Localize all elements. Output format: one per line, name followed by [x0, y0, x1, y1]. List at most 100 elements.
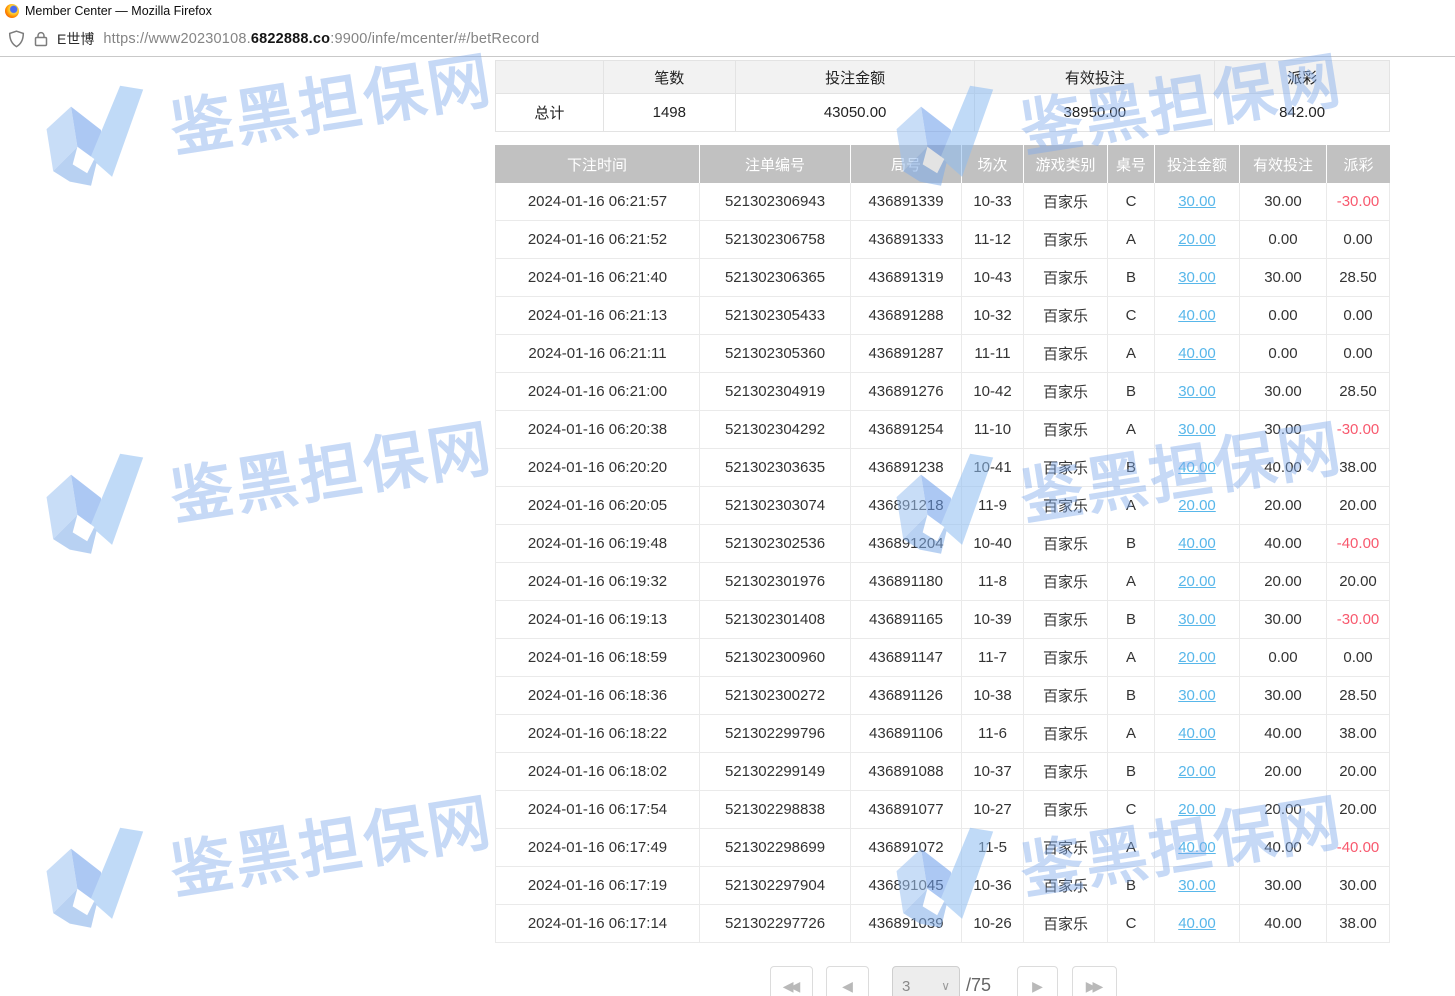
bet-amount-link[interactable]: 20.00	[1178, 801, 1216, 818]
session-cell: 11-8	[962, 563, 1024, 600]
round-id-cell: 436891204	[851, 525, 962, 562]
header-payout: 派彩	[1327, 145, 1390, 183]
round-id-cell: 436891254	[851, 411, 962, 448]
valid-bet-cell: 40.00	[1240, 449, 1327, 486]
round-id-cell: 436891333	[851, 221, 962, 258]
session-cell: 11-7	[962, 639, 1024, 676]
payout-cell: 0.00	[1327, 335, 1390, 372]
bet-amount-link[interactable]: 30.00	[1178, 193, 1216, 210]
prev-page-button[interactable]: ◀	[826, 966, 869, 996]
bet-amount-cell: 40.00	[1155, 905, 1240, 942]
lock-icon[interactable]	[34, 31, 48, 47]
table-no-cell: A	[1108, 563, 1155, 600]
watermark: 鉴黑担保网	[28, 390, 500, 565]
bet-amount-link[interactable]: 40.00	[1178, 345, 1216, 362]
last-page-button[interactable]: ▶▶	[1072, 966, 1117, 996]
bet-time-cell: 2024-01-16 06:17:54	[495, 791, 700, 828]
payout-cell: 20.00	[1327, 791, 1390, 828]
table-no-cell: C	[1108, 183, 1155, 220]
valid-bet-cell: 40.00	[1240, 525, 1327, 562]
valid-bet-cell: 30.00	[1240, 411, 1327, 448]
bet-id-cell: 521302303074	[700, 487, 851, 524]
valid-bet-cell: 0.00	[1240, 221, 1327, 258]
url-suffix: :9900/infe/mcenter/#/betRecord	[330, 31, 539, 47]
round-id-cell: 436891319	[851, 259, 962, 296]
table-no-cell: C	[1108, 297, 1155, 334]
game-type-cell: 百家乐	[1024, 753, 1108, 790]
bet-time-cell: 2024-01-16 06:18:22	[495, 715, 700, 752]
bet-amount-link[interactable]: 30.00	[1178, 877, 1216, 894]
next-page-button[interactable]: ▶	[1017, 966, 1058, 996]
game-type-cell: 百家乐	[1024, 373, 1108, 410]
bet-id-cell: 521302305433	[700, 297, 851, 334]
bet-amount-link[interactable]: 40.00	[1178, 915, 1216, 932]
payout-cell: 0.00	[1327, 639, 1390, 676]
double-left-arrow-icon: ◀◀	[783, 978, 797, 995]
valid-bet-cell: 30.00	[1240, 183, 1327, 220]
summary-total-row: 总计 1498 43050.00 38950.00 842.00	[496, 94, 1390, 132]
valid-bet-cell: 20.00	[1240, 563, 1327, 600]
guarantee-logo-icon	[28, 75, 165, 197]
bet-amount-link[interactable]: 30.00	[1178, 269, 1216, 286]
bet-amount-link[interactable]: 30.00	[1178, 687, 1216, 704]
bet-amount-link[interactable]: 40.00	[1178, 725, 1216, 742]
summary-header-empty	[496, 61, 604, 94]
bet-amount-link[interactable]: 30.00	[1178, 421, 1216, 438]
session-cell: 10-39	[962, 601, 1024, 638]
bet-amount-link[interactable]: 20.00	[1178, 497, 1216, 514]
valid-bet-cell: 30.00	[1240, 373, 1327, 410]
bet-amount-cell: 20.00	[1155, 791, 1240, 828]
game-type-cell: 百家乐	[1024, 829, 1108, 866]
summary-header-count: 笔数	[604, 61, 736, 94]
bet-amount-link[interactable]: 30.00	[1178, 383, 1216, 400]
payout-cell: -30.00	[1327, 411, 1390, 448]
shield-icon[interactable]	[8, 30, 25, 48]
bet-amount-cell: 40.00	[1155, 335, 1240, 372]
table-row: 2024-01-16 06:21:57521302306943436891339…	[495, 183, 1390, 221]
first-page-button[interactable]: ◀◀	[770, 966, 813, 996]
round-id-cell: 436891045	[851, 867, 962, 904]
payout-cell: 28.50	[1327, 259, 1390, 296]
round-id-cell: 436891072	[851, 829, 962, 866]
bet-amount-link[interactable]: 40.00	[1178, 839, 1216, 856]
bet-id-cell: 521302297904	[700, 867, 851, 904]
bet-amount-link[interactable]: 30.00	[1178, 611, 1216, 628]
bet-time-cell: 2024-01-16 06:20:05	[495, 487, 700, 524]
table-row: 2024-01-16 06:21:52521302306758436891333…	[495, 221, 1390, 259]
payout-cell: 38.00	[1327, 449, 1390, 486]
payout-cell: 28.50	[1327, 677, 1390, 714]
bet-amount-cell: 40.00	[1155, 829, 1240, 866]
game-type-cell: 百家乐	[1024, 639, 1108, 676]
table-row: 2024-01-16 06:18:36521302300272436891126…	[495, 677, 1390, 715]
url-text[interactable]: https://www20230108.6822888.co:9900/infe…	[103, 31, 539, 47]
bet-time-cell: 2024-01-16 06:18:59	[495, 639, 700, 676]
bet-id-cell: 521302304919	[700, 373, 851, 410]
bet-time-cell: 2024-01-16 06:21:40	[495, 259, 700, 296]
bet-amount-link[interactable]: 40.00	[1178, 307, 1216, 324]
valid-bet-cell: 30.00	[1240, 867, 1327, 904]
bet-amount-link[interactable]: 20.00	[1178, 231, 1216, 248]
session-cell: 10-40	[962, 525, 1024, 562]
page-select[interactable]: 3 ∨	[892, 966, 960, 996]
payout-cell: 38.00	[1327, 905, 1390, 942]
bet-amount-link[interactable]: 40.00	[1178, 535, 1216, 552]
bet-time-cell: 2024-01-16 06:17:19	[495, 867, 700, 904]
table-row: 2024-01-16 06:18:02521302299149436891088…	[495, 753, 1390, 791]
window-titlebar: Member Center — Mozilla Firefox	[0, 0, 1455, 22]
bet-table-header: 下注时间 注单编号 局号 场次 游戏类别 桌号 投注金额 有效投注 派彩	[495, 145, 1390, 183]
bet-amount-cell: 30.00	[1155, 183, 1240, 220]
chevron-down-icon: ∨	[941, 979, 950, 993]
session-cell: 10-42	[962, 373, 1024, 410]
bet-amount-link[interactable]: 20.00	[1178, 763, 1216, 780]
round-id-cell: 436891180	[851, 563, 962, 600]
session-cell: 11-12	[962, 221, 1024, 258]
bet-amount-link[interactable]: 20.00	[1178, 573, 1216, 590]
bet-amount-cell: 30.00	[1155, 373, 1240, 410]
bet-amount-link[interactable]: 40.00	[1178, 459, 1216, 476]
bet-amount-link[interactable]: 20.00	[1178, 649, 1216, 666]
browser-urlbar[interactable]: E世博 https://www20230108.6822888.co:9900/…	[0, 22, 1455, 57]
header-game-type: 游戏类别	[1024, 145, 1108, 183]
bet-time-cell: 2024-01-16 06:17:14	[495, 905, 700, 942]
table-no-cell: A	[1108, 829, 1155, 866]
bet-id-cell: 521302306943	[700, 183, 851, 220]
